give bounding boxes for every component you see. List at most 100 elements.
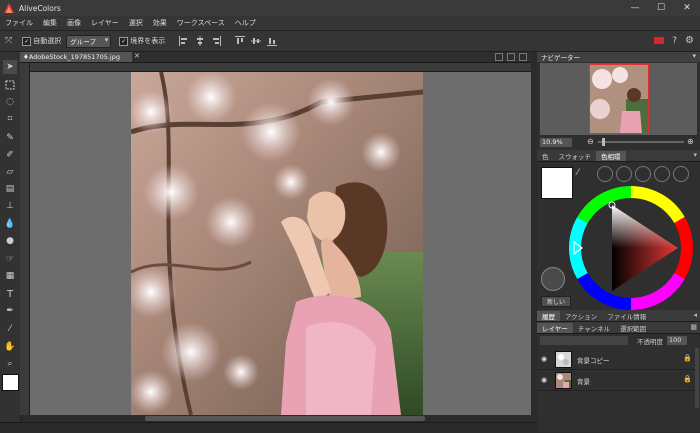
- opacity-value[interactable]: 100: [667, 336, 687, 345]
- tab-actions[interactable]: アクション: [560, 311, 602, 321]
- vertical-ruler: [20, 63, 30, 415]
- align-right-icon[interactable]: [211, 36, 222, 46]
- hand-tool-icon[interactable]: ✋: [3, 340, 17, 354]
- blend-mode-select[interactable]: [540, 336, 628, 345]
- stamp-tool-icon[interactable]: ⊥: [3, 199, 17, 213]
- fill-tool-icon[interactable]: ▤: [3, 182, 17, 196]
- new-color-button[interactable]: 新しい: [541, 296, 571, 307]
- auto-select-label: 自動選択: [33, 37, 62, 45]
- layer-lock-icon[interactable]: 🔒: [683, 375, 692, 383]
- close-window-button[interactable]: ✕: [674, 0, 700, 16]
- notification-badge-icon[interactable]: [654, 37, 665, 44]
- settings-gear-icon[interactable]: ⚙: [685, 35, 694, 46]
- tab-color[interactable]: 色: [537, 151, 554, 161]
- close-document-icon[interactable]: ✕: [134, 52, 142, 62]
- tab-file-info[interactable]: ファイル情報: [602, 311, 651, 321]
- panel-eyedropper-icon[interactable]: ⁄: [577, 168, 579, 178]
- app-title: AliveColors: [19, 3, 61, 13]
- tab-color-wheel[interactable]: 色相環: [596, 151, 626, 161]
- color-reset-button[interactable]: [541, 267, 565, 291]
- menu-effects[interactable]: 効果: [148, 18, 172, 28]
- foreground-color-swatch[interactable]: [2, 374, 19, 391]
- menu-layer[interactable]: レイヤー: [86, 18, 124, 28]
- doc-minimize-icon[interactable]: [495, 53, 503, 61]
- zoom-in-icon[interactable]: ⊕: [687, 137, 694, 146]
- tab-swatches[interactable]: スウォッチ: [554, 151, 597, 161]
- document-tab[interactable]: ♦AdobeStock_197851705.jpg ✕: [20, 52, 140, 62]
- toolbox: ➤ ◌ ⌗ ✎ ✐ ▱ ▤ ⊥ 💧 ● ☞ ▦ T ✒ ⁄ ✋ ⌕: [0, 52, 21, 432]
- harmony-complement-icon[interactable]: [616, 166, 632, 182]
- tab-selections[interactable]: 選択範囲: [615, 323, 651, 333]
- pencil-tool-icon[interactable]: ✐: [3, 148, 17, 162]
- eraser-tool-icon[interactable]: ▱: [3, 165, 17, 179]
- menu-help[interactable]: ヘルプ: [230, 18, 261, 28]
- show-bounds-checkbox[interactable]: ✓: [119, 36, 129, 46]
- layers-scrollbar[interactable]: [695, 348, 699, 408]
- harmony-triad-icon[interactable]: [635, 166, 651, 182]
- move-tool-preset-icon[interactable]: ⤧: [5, 36, 12, 46]
- dodge-tool-icon[interactable]: ●: [3, 234, 17, 248]
- harmony-mono-icon[interactable]: [597, 166, 613, 182]
- zoom-out-icon[interactable]: ⊖: [587, 137, 594, 146]
- group-select[interactable]: グループ: [66, 34, 112, 48]
- layer-row[interactable]: ◉ 背景コピー 🔒: [537, 349, 700, 370]
- horizontal-scroll-thumb[interactable]: [145, 416, 425, 421]
- blur-tool-icon[interactable]: 💧: [3, 217, 17, 231]
- menu-edit[interactable]: 編集: [38, 18, 62, 28]
- navigator-thumbnail[interactable]: [589, 64, 649, 134]
- doc-close-icon[interactable]: [519, 53, 527, 61]
- crop-tool-icon[interactable]: ⌗: [3, 112, 17, 126]
- menu-image[interactable]: 画像: [62, 18, 86, 28]
- move-tool-icon[interactable]: ➤: [3, 60, 17, 74]
- horizontal-scrollbar[interactable]: [30, 415, 531, 422]
- align-center-icon[interactable]: [195, 36, 205, 46]
- marquee-tool-icon[interactable]: [3, 78, 17, 92]
- layer-visibility-eye-icon[interactable]: ◉: [541, 376, 547, 384]
- canvas-area[interactable]: [30, 72, 531, 415]
- align-left-icon[interactable]: [179, 36, 189, 46]
- history-tabs: 履歴 アクション ファイル情報 ◂: [537, 310, 700, 322]
- layers-panel-menu-icon[interactable]: ▦: [690, 323, 697, 331]
- align-bottom-icon[interactable]: [267, 36, 278, 46]
- doc-restore-icon[interactable]: [507, 53, 515, 61]
- title-bar: AliveColors — ☐ ✕: [0, 0, 700, 16]
- color-panel-menu-icon[interactable]: ▾: [693, 151, 697, 159]
- auto-select-checkbox[interactable]: ✓: [22, 36, 32, 46]
- minimize-button[interactable]: —: [622, 0, 648, 16]
- maximize-button[interactable]: ☐: [648, 0, 674, 16]
- history-panel-menu-icon[interactable]: ◂: [693, 311, 697, 319]
- gradient-tool-icon[interactable]: ▦: [3, 269, 17, 283]
- tab-layers[interactable]: レイヤー: [537, 323, 573, 333]
- document-tab-bar: ♦AdobeStock_197851705.jpg ✕: [20, 52, 531, 63]
- harmony-split-icon[interactable]: [654, 166, 670, 182]
- layer-lock-icon[interactable]: 🔒: [683, 354, 692, 362]
- navigator-preview[interactable]: [540, 63, 697, 135]
- text-tool-icon[interactable]: T: [3, 287, 17, 301]
- help-icon[interactable]: ?: [672, 36, 677, 46]
- hue-wheel[interactable]: [568, 185, 694, 311]
- zoom-value[interactable]: 10.9%: [540, 137, 572, 147]
- document-image[interactable]: [131, 72, 423, 415]
- align-top-icon[interactable]: [235, 36, 246, 46]
- menu-select[interactable]: 選択: [124, 18, 148, 28]
- eyedropper-tool-icon[interactable]: ⁄: [3, 322, 17, 336]
- navigator-menu-icon[interactable]: ▾: [692, 52, 696, 60]
- zoom-tool-icon[interactable]: ⌕: [3, 357, 17, 371]
- align-middle-icon[interactable]: [251, 36, 262, 46]
- show-bounds-label: 境界を表示: [130, 37, 166, 45]
- zoom-slider-handle[interactable]: [602, 138, 605, 146]
- tab-history[interactable]: 履歴: [537, 311, 560, 321]
- harmony-tetrad-icon[interactable]: [673, 166, 689, 182]
- menu-file[interactable]: ファイル: [0, 18, 38, 28]
- layer-row[interactable]: ◉ 背景 🔒: [537, 370, 700, 391]
- menu-workspace[interactable]: ワークスペース: [172, 18, 230, 28]
- lasso-tool-icon[interactable]: ◌: [3, 95, 17, 109]
- right-panel: ナビゲーター ▾ 10.9% ⊖ ⊕ 色 スウォッチ 色相環 ▾ ⁄ 新しい 履…: [537, 52, 700, 432]
- tab-channels[interactable]: チャンネル: [573, 323, 615, 333]
- brush-tool-icon[interactable]: ✎: [3, 131, 17, 145]
- pen-tool-icon[interactable]: ✒: [3, 304, 17, 318]
- smudge-tool-icon[interactable]: ☞: [3, 252, 17, 266]
- navigator-title: ナビゲーター: [541, 54, 580, 62]
- layer-visibility-eye-icon[interactable]: ◉: [541, 355, 547, 363]
- zoom-slider-track[interactable]: [598, 141, 684, 143]
